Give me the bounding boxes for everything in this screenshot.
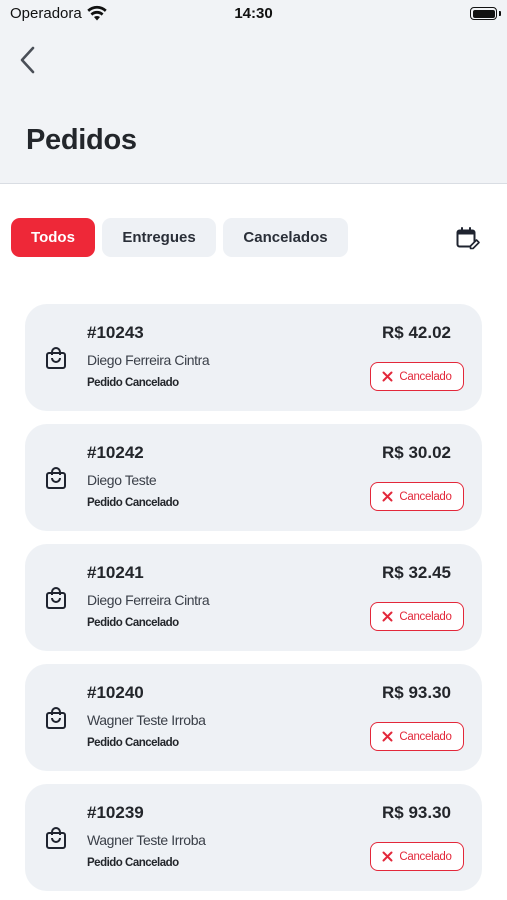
order-card[interactable]: #10239 Wagner Teste Irroba Pedido Cancel… — [25, 784, 482, 891]
order-price: R$ 93.30 — [382, 803, 451, 822]
close-icon — [382, 491, 393, 502]
battery-icon — [470, 7, 497, 20]
shopping-bag-icon — [46, 707, 66, 729]
header: Operadora 14:30 Pedidos — [0, 0, 507, 184]
close-icon — [382, 611, 393, 622]
order-card[interactable]: #10241 Diego Ferreira Cintra Pedido Canc… — [25, 544, 482, 651]
page-title: Pedidos — [26, 124, 137, 156]
order-number: #10242 — [87, 443, 144, 462]
order-number: #10243 — [87, 323, 144, 342]
status-badge: Cancelado — [370, 362, 464, 391]
order-status: Pedido Cancelado — [87, 737, 179, 749]
order-status: Pedido Cancelado — [87, 497, 179, 509]
calendar-edit-icon[interactable] — [455, 226, 481, 252]
status-badge-label: Cancelado — [399, 490, 452, 503]
shopping-bag-icon — [46, 347, 66, 369]
order-number: #10241 — [87, 563, 144, 582]
order-status: Pedido Cancelado — [87, 377, 179, 389]
order-price: R$ 30.02 — [382, 443, 451, 462]
order-number: #10240 — [87, 683, 144, 702]
order-card[interactable]: #10242 Diego Teste Pedido Cancelado R$ 3… — [25, 424, 482, 531]
order-price: R$ 93.30 — [382, 683, 451, 702]
order-card[interactable]: #10243 Diego Ferreira Cintra Pedido Canc… — [25, 304, 482, 411]
shopping-bag-icon — [46, 587, 66, 609]
order-status: Pedido Cancelado — [87, 617, 179, 629]
status-bar: Operadora 14:30 — [0, 0, 507, 28]
customer-name: Diego Ferreira Cintra — [87, 352, 210, 368]
close-icon — [382, 851, 393, 862]
tab-todos[interactable]: Todos — [11, 218, 95, 257]
customer-name: Diego Ferreira Cintra — [87, 592, 210, 608]
status-badge: Cancelado — [370, 842, 464, 871]
customer-name: Diego Teste — [87, 472, 157, 488]
status-badge-label: Cancelado — [399, 370, 452, 383]
status-badge: Cancelado — [370, 482, 464, 511]
status-badge-label: Cancelado — [399, 850, 452, 863]
battery-cap — [499, 11, 501, 16]
clock: 14:30 — [234, 5, 273, 22]
back-button[interactable] — [14, 42, 44, 78]
customer-name: Wagner Teste Irroba — [87, 712, 206, 728]
shopping-bag-icon — [46, 827, 66, 849]
tab-entregues[interactable]: Entregues — [102, 218, 216, 257]
status-badge: Cancelado — [370, 722, 464, 751]
order-status: Pedido Cancelado — [87, 857, 179, 869]
status-badge: Cancelado — [370, 602, 464, 631]
status-badge-label: Cancelado — [399, 610, 452, 623]
order-price: R$ 32.45 — [382, 563, 451, 582]
close-icon — [382, 731, 393, 742]
order-number: #10239 — [87, 803, 144, 822]
shopping-bag-icon — [46, 467, 66, 489]
close-icon — [382, 371, 393, 382]
order-card[interactable]: #10240 Wagner Teste Irroba Pedido Cancel… — [25, 664, 482, 771]
tab-cancelados[interactable]: Cancelados — [223, 218, 348, 257]
customer-name: Wagner Teste Irroba — [87, 832, 206, 848]
order-price: R$ 42.02 — [382, 323, 451, 342]
status-badge-label: Cancelado — [399, 730, 452, 743]
